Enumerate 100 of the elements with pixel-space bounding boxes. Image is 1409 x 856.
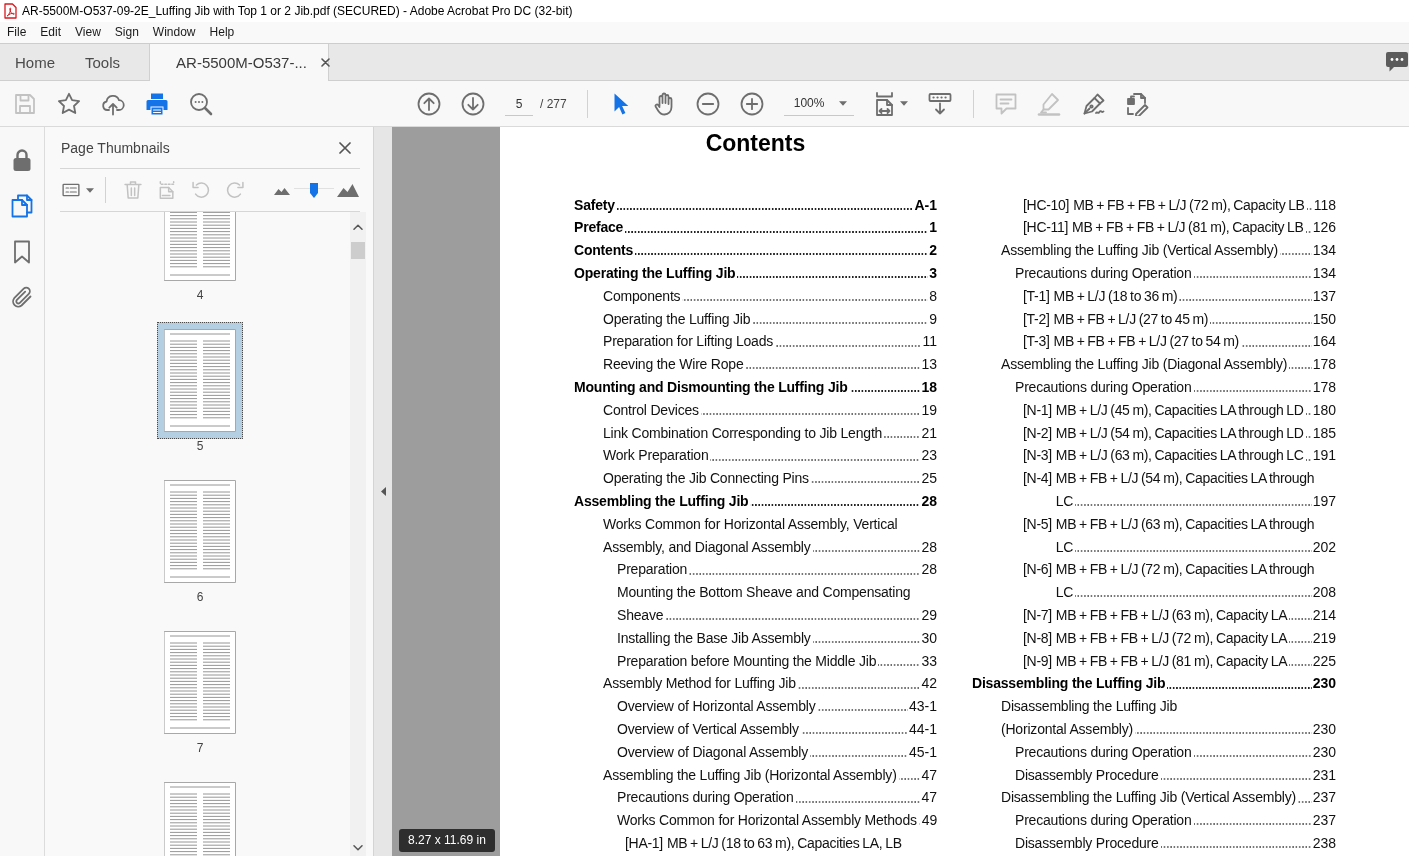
comments-icon[interactable] xyxy=(1386,52,1408,72)
caret-icon[interactable] xyxy=(86,187,94,193)
toc-entry: MB + L/J (54 m), Capacities LA through LD xyxy=(1055,423,1304,443)
page-thumbnail[interactable] xyxy=(164,212,236,281)
entry-label: [N-6] xyxy=(1023,560,1052,580)
scroll-thumb[interactable] xyxy=(351,242,365,259)
toc-entry: MB + FB + L/J (72 m), Capacities LA through xyxy=(1055,560,1315,580)
page-thumbnail[interactable] xyxy=(157,322,243,439)
toc-entry: MB + FB + L/J (63 m), Capacities LA through xyxy=(1055,514,1315,534)
close-icon[interactable] xyxy=(320,58,330,67)
toc-entry: Assembly, and Diagonal Assembly xyxy=(603,537,811,557)
toc-entry: Sheave xyxy=(617,605,664,625)
dot-leader xyxy=(1306,207,1313,210)
toc-entry: Preface xyxy=(574,218,624,238)
tab[interactable]: Home xyxy=(0,44,70,80)
page-number-label: 7 xyxy=(196,741,204,755)
entry-label: [T-2] xyxy=(1023,309,1050,329)
toc-entry: Work Preparation xyxy=(603,446,709,466)
page-number: 49 xyxy=(921,811,938,831)
printer-icon[interactable] xyxy=(145,91,169,116)
toc-entry: Preparation before Mounting the Middle Jib xyxy=(617,651,877,671)
toc-entry: Disassembling the Luffing Jib xyxy=(972,674,1166,694)
scroll-mode-icon[interactable] xyxy=(927,91,952,116)
dot-leader xyxy=(1305,413,1312,416)
dot-leader xyxy=(878,663,921,666)
page-number: 28 xyxy=(921,537,937,557)
toc-entry: MB + L/J (18 to 63 m), Capacities LA, LB xyxy=(666,833,902,853)
toc-entry: (Horizontal Assembly) xyxy=(1001,719,1133,739)
entry-label: [N-2] xyxy=(1023,423,1052,443)
list-icon[interactable] xyxy=(62,182,80,198)
page-number: 126 xyxy=(1312,218,1336,238)
menu-item[interactable]: File xyxy=(0,22,34,43)
page-heading: Contents xyxy=(704,129,807,157)
page-number: 197 xyxy=(1312,491,1336,511)
toc-entry: MB + FB + FB + L/J (72 m), Capacity LA xyxy=(1055,628,1288,648)
dot-leader xyxy=(849,390,921,393)
page-number: 230 xyxy=(1312,674,1336,694)
toc-entry: MB + L/J (63 m), Capacities LA through LC xyxy=(1055,446,1304,466)
menu-item[interactable]: View xyxy=(68,22,108,43)
zoom-field[interactable]: 100% xyxy=(783,91,854,116)
page-number: 25 xyxy=(921,469,937,489)
page-number-label: 6 xyxy=(196,590,204,604)
search-icon[interactable] xyxy=(189,91,213,116)
toc-entry: Components xyxy=(603,286,681,306)
page-size-badge: 8.27 x 11.69 in xyxy=(399,829,495,852)
page-number: 231 xyxy=(1312,765,1336,785)
close-icon[interactable] xyxy=(339,141,351,154)
dot-leader xyxy=(1305,458,1312,461)
menu-item[interactable]: Help xyxy=(202,22,242,43)
toc-entry: Assembling the Luffing Jib (Vertical Assembly) xyxy=(1001,241,1278,261)
entry-label: [HC-11] xyxy=(1023,218,1069,238)
page-number: 33 xyxy=(921,651,937,671)
pages-icon[interactable] xyxy=(10,194,34,218)
menu-item[interactable]: Edit xyxy=(33,22,69,43)
toc-entry: Installing the Base Jib Assembly xyxy=(617,628,811,648)
menu-item[interactable]: Window xyxy=(145,22,203,43)
collapse-icon[interactable] xyxy=(380,487,386,496)
page-number: 118 xyxy=(1313,195,1336,215)
page-number: 137 xyxy=(1312,286,1336,306)
zoom-in-icon[interactable] xyxy=(739,91,764,116)
toc-entry: Disassembling the Luffing Jib (Vertical Assembly) xyxy=(1001,788,1296,808)
zoom-out-icon[interactable] xyxy=(695,91,720,116)
fountain-pen-icon[interactable] xyxy=(1081,91,1106,116)
lock-icon[interactable] xyxy=(10,148,34,172)
page-number: 47 xyxy=(921,765,937,785)
toc-entry: Overview of Diagonal Assembly xyxy=(617,742,809,762)
page-number: 44-1 xyxy=(908,719,937,739)
menu-item[interactable]: Sign xyxy=(107,22,146,43)
dot-leader xyxy=(1289,367,1312,370)
toc-entry: MB + FB + L/J (54 m), Capacities LA through xyxy=(1055,469,1315,489)
page-count: / 277 xyxy=(540,96,567,111)
small-mountain-icon[interactable] xyxy=(274,185,290,195)
toc-entry: Precautions during Operation xyxy=(1015,377,1192,397)
slider-thumb[interactable] xyxy=(310,182,318,198)
toc-entry: Assembling the Luffing Jib (Diagonal Assembly) xyxy=(1001,355,1288,375)
entry-label: [T-3] xyxy=(1023,332,1050,352)
page-thumbnail[interactable] xyxy=(164,631,236,734)
large-mountain-icon[interactable] xyxy=(337,183,359,197)
document-tab[interactable]: AR-5500M-O537-... xyxy=(149,44,330,81)
tab[interactable]: Tools xyxy=(70,44,136,80)
page-number: 2 xyxy=(929,241,937,261)
toc-entry: Control Devices xyxy=(603,400,699,420)
scrollbar[interactable] xyxy=(350,212,366,856)
caret-icon[interactable] xyxy=(899,101,908,106)
star-icon[interactable] xyxy=(57,91,81,116)
paperclip-icon[interactable] xyxy=(10,286,34,310)
page-thumbnail[interactable] xyxy=(164,480,236,583)
toc-entry: MB + L/J (45 m), Capacities LA through LD xyxy=(1055,400,1304,420)
page-number-field[interactable]: 5 xyxy=(505,91,533,116)
entry-label: [N-9] xyxy=(1023,651,1052,671)
toc-entry: Precautions during Operation xyxy=(1015,264,1192,283)
toc-entry: MB + L/J (18 to 36 m) xyxy=(1053,286,1178,306)
caret-icon[interactable] xyxy=(838,100,847,106)
scroll-down-icon[interactable] xyxy=(353,845,363,851)
toc-entry: LC xyxy=(1055,491,1074,511)
edit-document-icon[interactable] xyxy=(1124,91,1149,116)
page-thumbnail[interactable] xyxy=(164,782,236,856)
dot-leader xyxy=(1305,435,1312,438)
scroll-up-icon[interactable] xyxy=(353,224,363,230)
toc-entry: Disassembling the Luffing Jib xyxy=(1001,697,1178,717)
